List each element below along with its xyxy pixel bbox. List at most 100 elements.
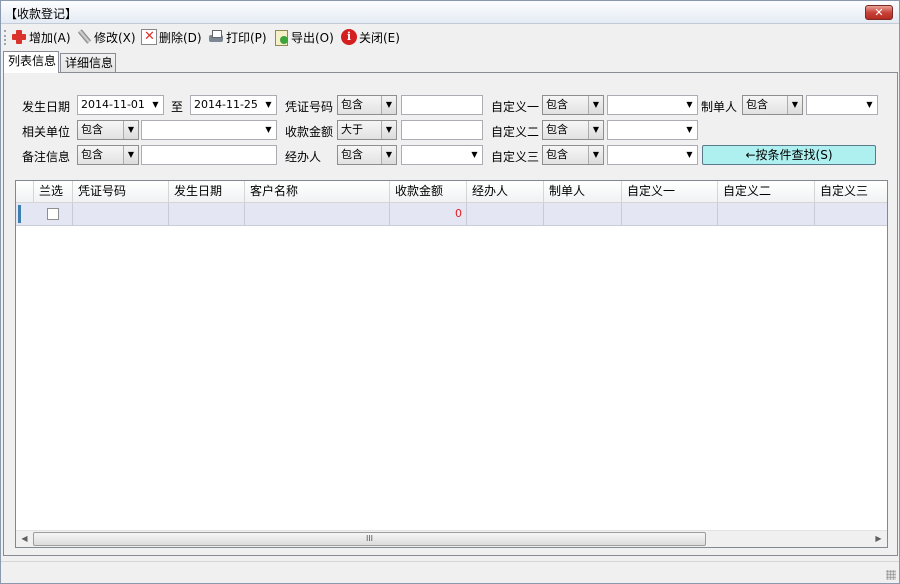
print-button[interactable]: 打印(P) [208, 28, 267, 46]
delete-icon [141, 29, 157, 45]
records-grid: 兰选 凭证号码 发生日期 客户名称 收款金额 经办人 制单人 自定义一 自定义二… [15, 180, 888, 548]
note-label: 备注信息 [22, 150, 71, 164]
chevron-down-icon: ▼ [265, 100, 272, 109]
scroll-left-icon[interactable]: ◀ [16, 531, 33, 547]
print-label: 打印(P) [226, 30, 267, 45]
export-button[interactable]: 导出(O) [273, 28, 334, 46]
to-label: 至 [171, 100, 184, 114]
custom1-value-select[interactable]: ▼ [607, 95, 698, 115]
custom2-op-value: 包含 [546, 123, 568, 136]
custom2-label: 自定义二 [491, 125, 540, 139]
horizontal-scrollbar[interactable]: ◀ III ▶ [16, 530, 887, 547]
creator-op-select[interactable]: 包含 ▼ [742, 95, 803, 115]
chevron-down-icon: ▼ [152, 100, 159, 109]
chevron-down-icon: ▼ [787, 96, 802, 114]
chevron-down-icon: ▼ [123, 146, 138, 164]
row-header-corner [16, 181, 34, 203]
toolbar: 增加(A) 修改(X) 删除(D) 打印(P) 导出(O) i 关闭(E) [1, 25, 899, 49]
edit-button[interactable]: 修改(X) [76, 28, 136, 46]
date-cell[interactable] [169, 203, 245, 225]
custom1-cell[interactable] [622, 203, 718, 225]
close-label: 关闭(E) [359, 30, 400, 45]
scroll-right-icon[interactable]: ▶ [870, 531, 887, 547]
custom3-op-value: 包含 [546, 148, 568, 161]
column-header-custom3[interactable]: 自定义三 [815, 181, 887, 203]
scroll-thumb[interactable]: III [33, 532, 706, 546]
handler-cell[interactable] [467, 203, 544, 225]
custom3-cell[interactable] [815, 203, 887, 225]
chevron-down-icon: ▼ [381, 146, 396, 164]
chevron-down-icon: ▼ [588, 96, 603, 114]
custom1-label: 自定义一 [491, 100, 540, 114]
column-header-custom2[interactable]: 自定义二 [718, 181, 815, 203]
custom2-cell[interactable] [718, 203, 815, 225]
handler-label: 经办人 [285, 150, 322, 164]
column-header-amount[interactable]: 收款金额 [390, 181, 467, 203]
custom2-value-select[interactable]: ▼ [607, 120, 698, 140]
grid-header: 兰选 凭证号码 发生日期 客户名称 收款金额 经办人 制单人 自定义一 自定义二… [16, 181, 887, 203]
creator-value-select[interactable]: ▼ [806, 95, 878, 115]
chevron-down-icon: ▼ [265, 125, 272, 134]
chevron-down-icon: ▼ [686, 100, 693, 109]
edit-label: 修改(X) [94, 30, 136, 45]
date-label: 发生日期 [22, 100, 71, 114]
voucher-input[interactable] [401, 95, 483, 115]
column-header-select[interactable]: 兰选 [34, 181, 73, 203]
column-header-creator[interactable]: 制单人 [544, 181, 622, 203]
search-button[interactable]: ←按条件查找(S) [702, 145, 876, 165]
chevron-down-icon: ▼ [588, 146, 603, 164]
date-to-picker[interactable]: 2014-11-25 ▼ [190, 95, 277, 115]
custom1-op-select[interactable]: 包含 ▼ [542, 95, 604, 115]
status-bar [1, 561, 899, 583]
close-button[interactable]: i 关闭(E) [341, 28, 400, 46]
chevron-down-icon: ▼ [471, 150, 478, 159]
unit-value-select[interactable]: ▼ [141, 120, 277, 140]
export-label: 导出(O) [291, 30, 334, 45]
unit-op-value: 包含 [81, 123, 103, 136]
voucher-op-select[interactable]: 包含 ▼ [337, 95, 397, 115]
delete-button[interactable]: 删除(D) [141, 28, 202, 46]
select-cell [34, 203, 73, 225]
custom1-op-value: 包含 [546, 98, 568, 111]
amount-cell[interactable]: 0 [390, 203, 467, 225]
column-header-date[interactable]: 发生日期 [169, 181, 245, 203]
handler-op-select[interactable]: 包含 ▼ [337, 145, 397, 165]
column-header-voucher[interactable]: 凭证号码 [73, 181, 169, 203]
chevron-down-icon: ▼ [686, 150, 693, 159]
resize-grip-icon[interactable] [886, 570, 896, 580]
chevron-down-icon: ▼ [381, 121, 396, 139]
add-button[interactable]: 增加(A) [11, 28, 71, 46]
window-close-button[interactable]: ✕ [865, 5, 893, 20]
creator-op-value: 包含 [746, 98, 768, 111]
close-icon: i [341, 29, 357, 45]
tab-detail-info[interactable]: 详细信息 [60, 53, 116, 73]
custom3-op-select[interactable]: 包含 ▼ [542, 145, 604, 165]
date-from-picker[interactable]: 2014-11-01 ▼ [77, 95, 164, 115]
note-op-select[interactable]: 包含 ▼ [77, 145, 139, 165]
tab-list-info[interactable]: 列表信息 [3, 51, 59, 73]
unit-op-select[interactable]: 包含 ▼ [77, 120, 139, 140]
chevron-down-icon: ▼ [866, 100, 873, 109]
unit-label: 相关单位 [22, 125, 71, 139]
date-from-value: 2014-11-01 [81, 98, 145, 111]
note-input[interactable] [141, 145, 277, 165]
chevron-down-icon: ▼ [381, 96, 396, 114]
row-selector[interactable] [16, 203, 33, 225]
amount-op-select[interactable]: 大于 ▼ [337, 120, 397, 140]
custom3-label: 自定义三 [491, 150, 540, 164]
table-row[interactable]: 0 [16, 203, 887, 226]
amount-op-value: 大于 [341, 123, 363, 136]
column-header-custom1[interactable]: 自定义一 [622, 181, 718, 203]
custom2-op-select[interactable]: 包含 ▼ [542, 120, 604, 140]
column-header-customer[interactable]: 客户名称 [245, 181, 390, 203]
custom3-value-select[interactable]: ▼ [607, 145, 698, 165]
creator-cell[interactable] [544, 203, 622, 225]
voucher-cell[interactable] [73, 203, 169, 225]
handler-value-select[interactable]: ▼ [401, 145, 483, 165]
toolbar-grip[interactable] [4, 30, 6, 45]
date-to-value: 2014-11-25 [194, 98, 258, 111]
row-checkbox[interactable] [47, 208, 59, 220]
amount-input[interactable] [401, 120, 483, 140]
customer-cell[interactable] [245, 203, 390, 225]
column-header-handler[interactable]: 经办人 [467, 181, 544, 203]
